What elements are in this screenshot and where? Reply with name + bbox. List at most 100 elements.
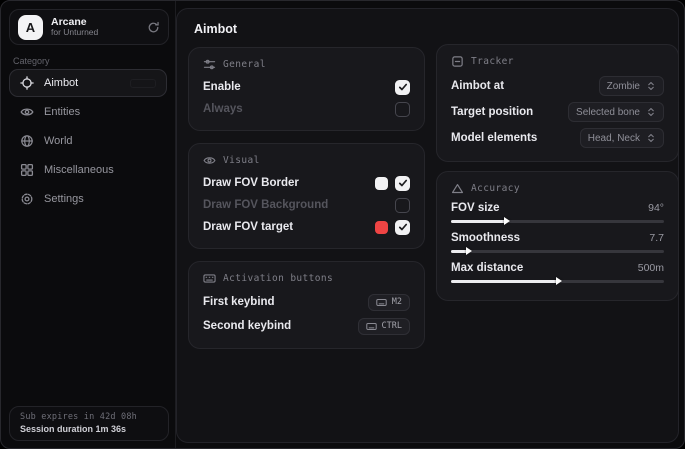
main-panel: Aimbot General Enable xyxy=(176,8,679,443)
tracker-card: Tracker Aimbot at Zombie Target posit xyxy=(436,44,679,162)
triangle-icon xyxy=(451,182,464,195)
max-distance-slider[interactable] xyxy=(451,276,664,286)
setting-row: Always xyxy=(203,98,410,120)
keyboard-icon xyxy=(376,297,387,308)
smoothness-slider[interactable] xyxy=(451,246,664,256)
slider-label: Max distance xyxy=(451,262,523,274)
slider-thumb[interactable] xyxy=(466,247,472,255)
fov-target-color-swatch[interactable] xyxy=(375,221,388,234)
sidebar-item-label: Settings xyxy=(44,193,84,205)
setting-row: Aimbot at Zombie xyxy=(451,73,664,99)
logo-letter: A xyxy=(26,20,35,35)
general-card: General Enable Always xyxy=(188,47,425,131)
sidebar-nav: Aimbot Entities xyxy=(1,69,175,213)
visual-eye-icon xyxy=(203,154,216,167)
app-brand: A Arcane for Unturned xyxy=(9,9,169,45)
sidebar-item-label: World xyxy=(44,135,73,147)
sliders-icon xyxy=(203,58,216,71)
setting-row: Draw FOV Background xyxy=(203,194,410,216)
setting-row: Model elements Head, Neck xyxy=(451,125,664,151)
keybind-hint-placeholder xyxy=(130,79,156,88)
slider-thumb[interactable] xyxy=(556,277,562,285)
setting-label: Draw FOV Border xyxy=(203,177,299,189)
first-keybind-button[interactable]: M2 xyxy=(368,294,410,311)
select-value: Selected bone xyxy=(576,107,640,118)
keybind-value: M2 xyxy=(392,297,402,307)
sidebar-item-label: Aimbot xyxy=(44,77,78,89)
keybind-value: CTRL xyxy=(382,321,402,331)
setting-row: First keybind M2 xyxy=(203,290,410,314)
sidebar-item-label: Miscellaneous xyxy=(44,164,114,176)
session-duration-text: Session duration 1m 36s xyxy=(20,424,158,434)
model-elements-select[interactable]: Head, Neck xyxy=(580,128,664,148)
setting-label: Always xyxy=(203,103,243,115)
right-column: Tracker Aimbot at Zombie Target posit xyxy=(436,44,679,301)
setting-row: Enable xyxy=(203,76,410,98)
slider-group: Max distance 500m xyxy=(451,260,664,286)
setting-label: Draw FOV Background xyxy=(203,199,328,211)
aimbot-at-select[interactable]: Zombie xyxy=(599,76,664,96)
fov-border-checkbox[interactable] xyxy=(395,176,410,191)
setting-label: Aimbot at xyxy=(451,80,504,92)
keyboard-icon xyxy=(203,272,216,285)
gear-icon xyxy=(20,192,34,206)
sidebar-item-miscellaneous[interactable]: Miscellaneous xyxy=(9,156,167,184)
chevrons-updown-icon xyxy=(646,133,656,143)
setting-label: Second keybind xyxy=(203,320,291,332)
sub-expires-text: Sub expires in 42d 08h xyxy=(20,412,158,422)
activation-buttons-card: Activation buttons First keybind M2 S xyxy=(188,261,425,349)
section-header-label: Activation buttons xyxy=(223,273,333,284)
sidebar: A Arcane for Unturned Category xyxy=(1,1,176,448)
select-value: Head, Neck xyxy=(588,133,640,144)
keyboard-icon xyxy=(366,321,377,332)
slider-value: 500m xyxy=(638,262,664,274)
slider-thumb[interactable] xyxy=(504,217,510,225)
visual-card: Visual Draw FOV Border Draw FOV Backgrou… xyxy=(188,143,425,249)
setting-row: Draw FOV target xyxy=(203,216,410,238)
enable-checkbox[interactable] xyxy=(395,80,410,95)
eye-icon xyxy=(20,105,34,119)
app-subtitle: for Unturned xyxy=(51,28,139,38)
sidebar-item-aimbot[interactable]: Aimbot xyxy=(9,69,167,97)
square-minus-icon xyxy=(451,55,464,68)
slider-value: 7.7 xyxy=(649,232,664,244)
section-header-label: Accuracy xyxy=(471,183,520,194)
grid-icon xyxy=(20,163,34,177)
chevrons-updown-icon xyxy=(646,107,656,117)
select-value: Zombie xyxy=(607,81,640,92)
setting-row: Draw FOV Border xyxy=(203,172,410,194)
fov-background-checkbox[interactable] xyxy=(395,198,410,213)
setting-label: Draw FOV target xyxy=(203,221,293,233)
sidebar-item-settings[interactable]: Settings xyxy=(9,185,167,213)
setting-label: First keybind xyxy=(203,296,275,308)
fov-target-checkbox[interactable] xyxy=(395,220,410,235)
fov-size-slider[interactable] xyxy=(451,216,664,226)
section-header-label: Visual xyxy=(223,155,260,166)
setting-row: Second keybind CTRL xyxy=(203,314,410,338)
sidebar-item-entities[interactable]: Entities xyxy=(9,98,167,126)
setting-label: Enable xyxy=(203,81,241,93)
left-column: General Enable Always xyxy=(188,47,425,349)
category-label: Category xyxy=(13,56,50,66)
app-logo: A xyxy=(18,15,43,40)
section-header-label: Tracker xyxy=(471,56,514,67)
slider-value: 94° xyxy=(648,202,664,214)
slider-group: Smoothness 7.7 xyxy=(451,230,664,256)
second-keybind-button[interactable]: CTRL xyxy=(358,318,410,335)
setting-row: Target position Selected bone xyxy=(451,99,664,125)
slider-label: Smoothness xyxy=(451,232,520,244)
slider-label: FOV size xyxy=(451,202,500,214)
always-checkbox[interactable] xyxy=(395,102,410,117)
crosshair-icon xyxy=(20,76,34,90)
subscription-info: Sub expires in 42d 08h Session duration … xyxy=(9,406,169,441)
target-position-select[interactable]: Selected bone xyxy=(568,102,664,122)
globe-icon xyxy=(20,134,34,148)
section-header-label: General xyxy=(223,59,266,70)
slider-group: FOV size 94° xyxy=(451,200,664,226)
setting-label: Model elements xyxy=(451,132,537,144)
sidebar-item-world[interactable]: World xyxy=(9,127,167,155)
app-window: A Arcane for Unturned Category xyxy=(0,0,685,449)
setting-label: Target position xyxy=(451,106,533,118)
fov-border-color-swatch[interactable] xyxy=(375,177,388,190)
refresh-icon[interactable] xyxy=(147,21,160,34)
